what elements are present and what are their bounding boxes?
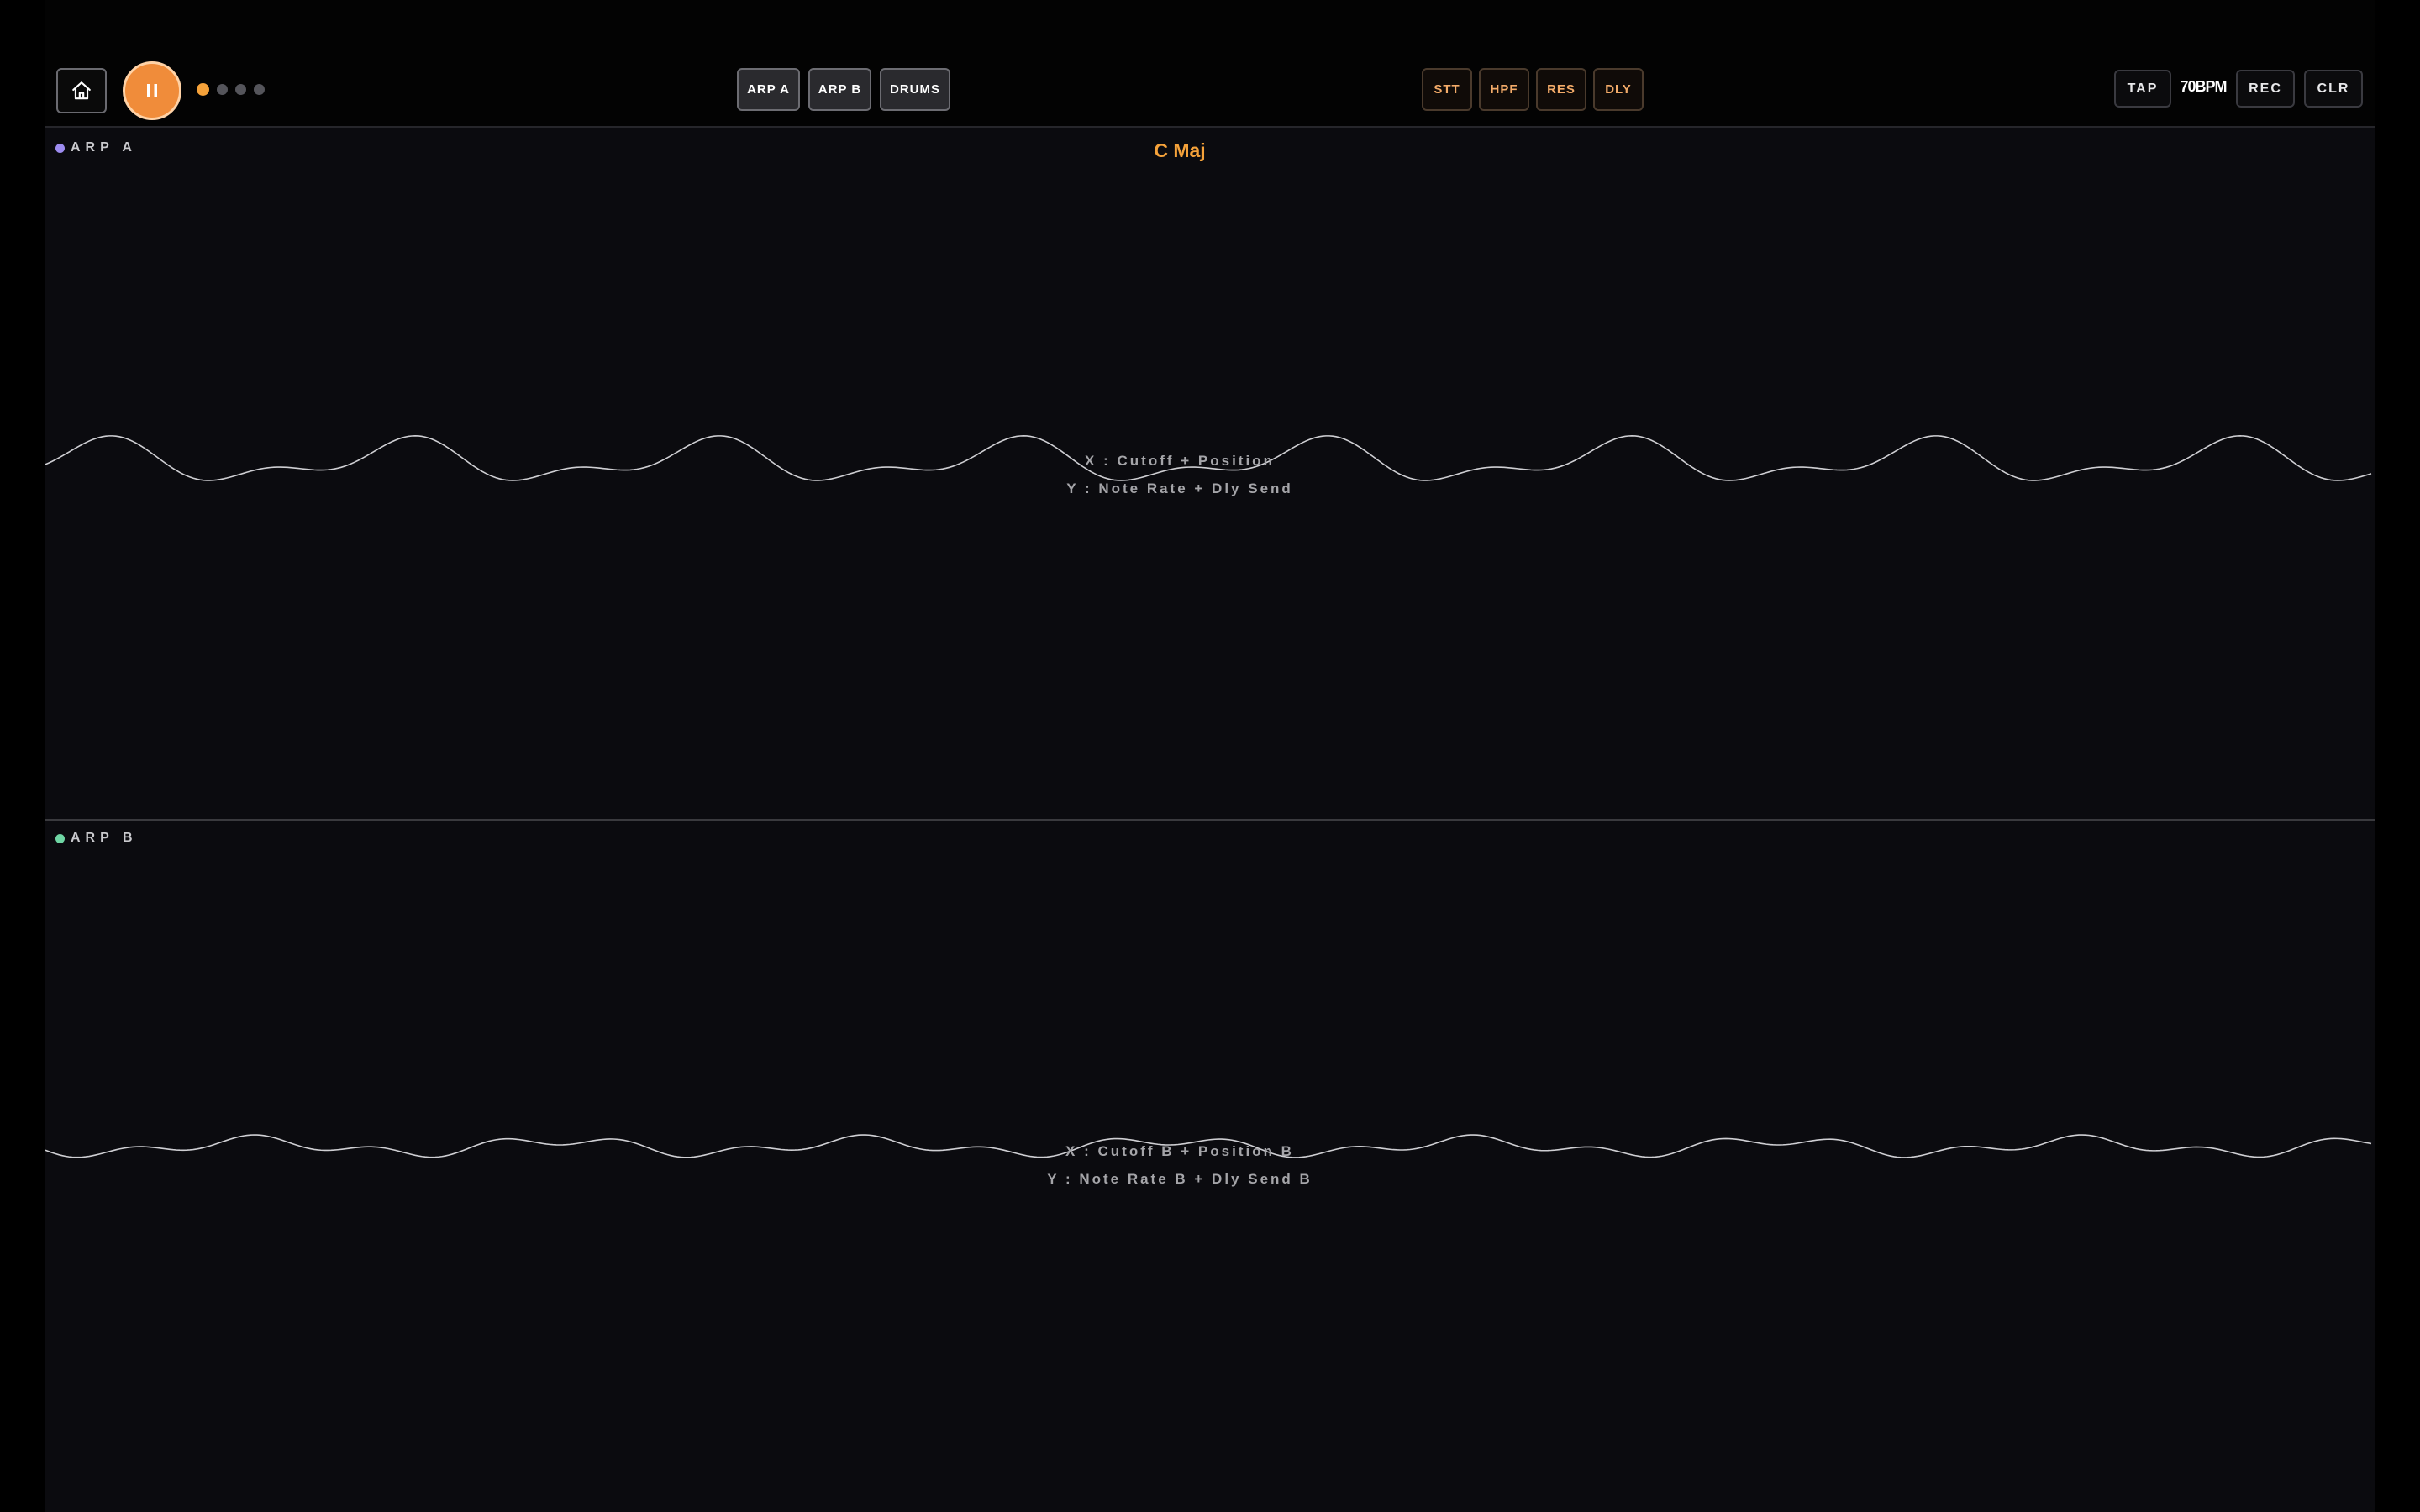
track-button-arp-b[interactable]: ARP B (808, 68, 871, 111)
xy-pad-arp-a[interactable]: ARP A C Maj X : Cutoff + Position Y : No… (45, 128, 2375, 821)
record-button[interactable]: REC (2236, 70, 2295, 108)
arp-a-label: ARP A (71, 140, 137, 155)
arp-b-waveform (45, 1134, 2372, 1158)
fx-button-dly[interactable]: DLY (1593, 68, 1644, 111)
arp-b-label: ARP B (71, 831, 138, 845)
arp-b-color-dot (55, 834, 65, 843)
app-root: ARP A ARP B DRUMS STT HPF RES DLY TAP 70… (45, 0, 2375, 1512)
play-pause-button[interactable] (123, 61, 182, 120)
page-indicator-4[interactable] (254, 84, 265, 95)
page-indicator-1[interactable] (197, 83, 209, 96)
page-indicator-3[interactable] (235, 84, 246, 95)
clear-button[interactable]: CLR (2304, 70, 2363, 108)
home-icon (72, 81, 91, 100)
track-button-drums[interactable]: DRUMS (880, 68, 950, 111)
scale-label: C Maj (1154, 139, 1206, 161)
fx-button-stt[interactable]: STT (1422, 68, 1472, 111)
track-button-arp-a[interactable]: ARP A (737, 68, 800, 111)
tap-tempo-button[interactable]: TAP (2114, 70, 2171, 108)
arp-b-x-axis-label: X : Cutoff B + Position B (1065, 1143, 1294, 1159)
arp-b-y-axis-label: Y : Note Rate B + Dly Send B (1047, 1171, 1313, 1187)
fx-button-res[interactable]: RES (1536, 68, 1586, 111)
xy-pad-arp-b[interactable]: ARP B X : Cutoff B + Position B Y : Note… (45, 821, 2375, 1512)
home-button[interactable] (56, 68, 107, 113)
fx-button-hpf[interactable]: HPF (1479, 68, 1529, 111)
pause-icon (147, 84, 157, 97)
arp-a-color-dot (55, 144, 65, 153)
page-indicator-2[interactable] (217, 84, 228, 95)
arp-a-x-axis-label: X : Cutoff + Position (1085, 453, 1275, 469)
top-toolbar: ARP A ARP B DRUMS STT HPF RES DLY TAP 70… (45, 0, 2375, 128)
arp-a-y-axis-label: Y : Note Rate + Dly Send (1066, 480, 1293, 496)
bpm-display: 70BPM (2180, 78, 2227, 95)
